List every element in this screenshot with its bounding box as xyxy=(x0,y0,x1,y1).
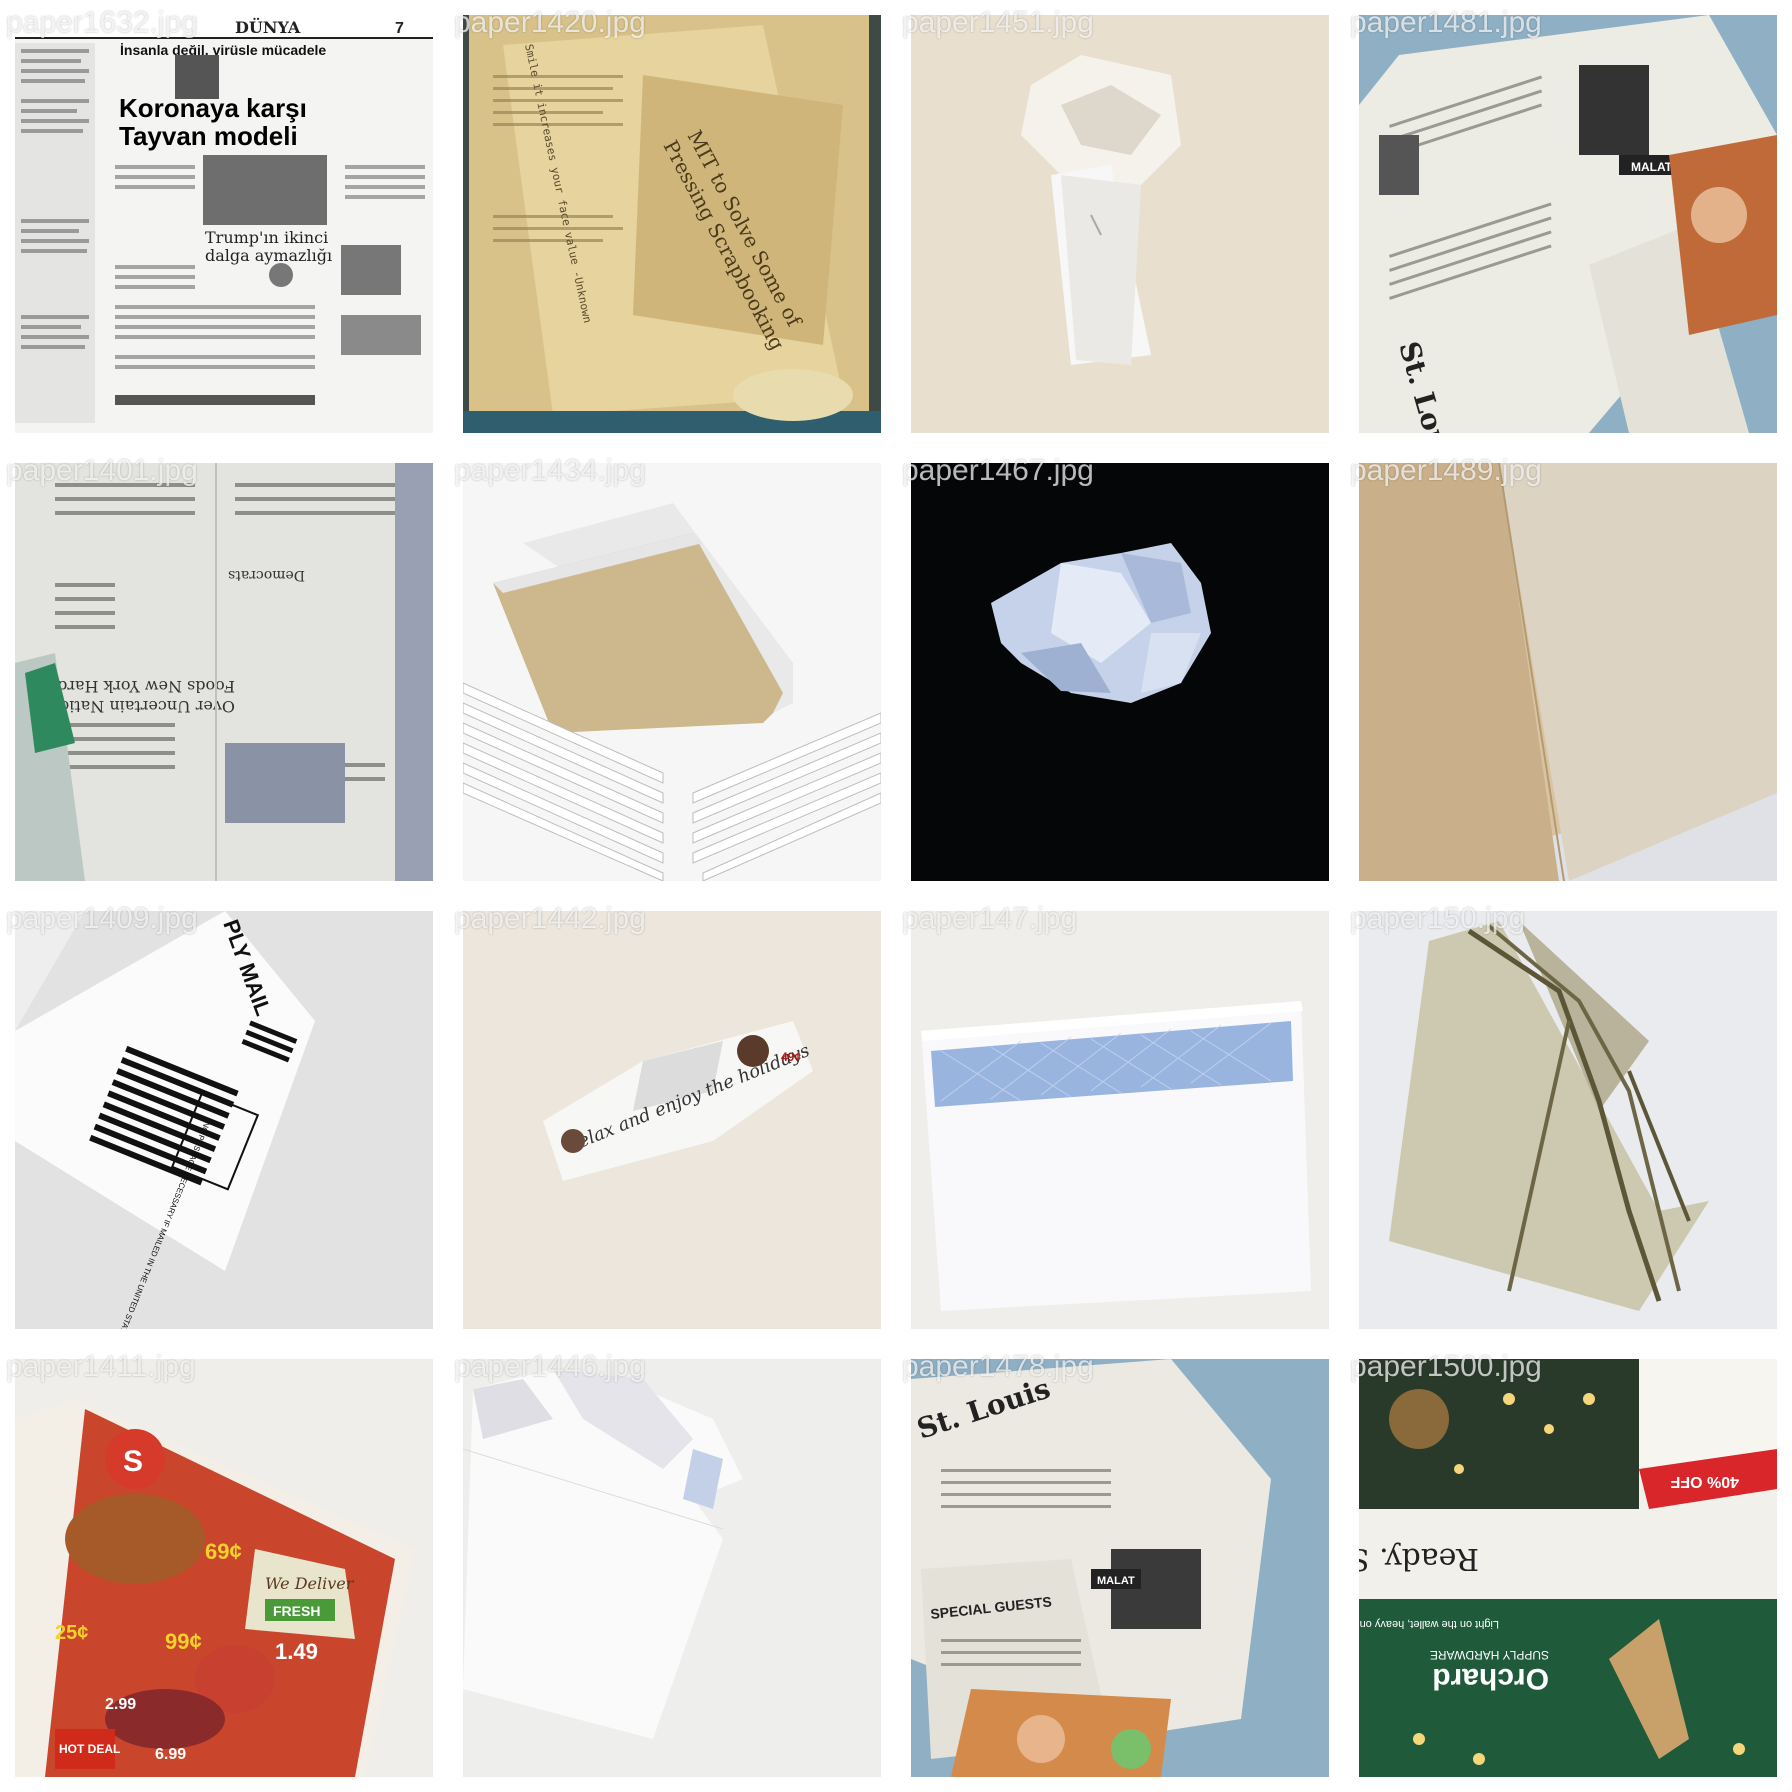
flyer-price: 49¢ xyxy=(781,1050,801,1064)
spread-newspaper-photo: Foods New York Hard Over Uncertain Natio… xyxy=(15,463,433,881)
photo-tile: relax and enjoy the holidays 49¢ paper14… xyxy=(448,896,896,1344)
tagline: Light on the wallet, heavy on holiday ch… xyxy=(1359,1618,1499,1630)
newspaper-header: DÜNYA xyxy=(235,17,301,37)
photo-tile: MALAT St. Louis paper1481.jpg xyxy=(1344,0,1792,448)
brand-name: Orchard xyxy=(1432,1662,1549,1695)
photo-tile: DÜNYA 7 İnsanla değil, virüsle mücadele … xyxy=(0,0,448,448)
image-grid: DÜNYA 7 İnsanla değil, virüsle mücadele … xyxy=(0,0,1792,1792)
svg-text:S: S xyxy=(123,1445,143,1478)
paper-ball-photo xyxy=(911,463,1329,881)
kraft-board-photo xyxy=(463,463,881,881)
photo-tile: 40% OFF Ready. Set. Glow. Orchard SUPPLY… xyxy=(1344,1344,1792,1792)
kraft-paper-photo xyxy=(1359,463,1777,881)
photo-tile: S We Deliver FRESH 69¢ 99¢ 1.49 25¢ 2.99… xyxy=(0,1344,448,1792)
discount-badge: 40% OFF xyxy=(1670,1473,1739,1490)
photo-tile: paper1434.jpg xyxy=(448,448,896,896)
headline-2: Over Uncertain Nation xyxy=(49,697,235,716)
photo-tile: PLY MAIL NO POSTAGE NECESSARY IF MAILED … xyxy=(0,896,448,1344)
grocery-flyer-photo: S We Deliver FRESH 69¢ 99¢ 1.49 25¢ 2.99… xyxy=(15,1359,433,1777)
headline-line-2: Tayvan modeli xyxy=(119,121,298,151)
crumpled-paper-photo xyxy=(911,15,1329,433)
section-malat: MALAT xyxy=(1097,1575,1135,1587)
price-5: 2.99 xyxy=(105,1696,136,1713)
photo-tile: paper147.jpg xyxy=(896,896,1344,1344)
hardware-flyer-photo: 40% OFF Ready. Set. Glow. Orchard SUPPLY… xyxy=(1359,1359,1777,1777)
price-4: 25¢ xyxy=(55,1622,88,1644)
promo-we-deliver: We Deliver xyxy=(265,1574,355,1593)
headline-1: Foods New York Hard xyxy=(57,677,235,696)
section-name: MALAT xyxy=(1631,160,1673,174)
newspaper-collage-photo: MIT to Solve Some of Pressing Scrapbooki… xyxy=(463,15,881,433)
photo-tile: Foods New York Hard Over Uncertain Natio… xyxy=(0,448,448,896)
torn-envelope-photo xyxy=(463,1359,881,1777)
crumpled-flyer-photo: relax and enjoy the holidays 49¢ xyxy=(463,911,881,1329)
subhead-line-2: dalga aymazlığı xyxy=(205,246,332,265)
paper-triangles-photo xyxy=(1359,911,1777,1329)
photo-tile: paper150.jpg xyxy=(1344,896,1792,1344)
photo-tile: paper1467.jpg xyxy=(896,448,1344,896)
promo-fresh: FRESH xyxy=(273,1603,320,1619)
folded-newspaper-photo: MALAT St. Louis xyxy=(1359,15,1777,433)
photo-tile: paper1451.jpg xyxy=(896,0,1344,448)
headline-line-1: Koronaya karşı xyxy=(119,93,307,123)
newspaper-photo: DÜNYA 7 İnsanla değil, virüsle mücadele … xyxy=(15,15,433,433)
folded-newspaper-comics-photo: St. Louis SPECIAL GUESTS MALAT xyxy=(911,1359,1329,1777)
kicker: İnsanla değil, virüsle mücadele xyxy=(120,42,326,58)
photo-tile: paper1489.jpg xyxy=(1344,448,1792,896)
price-6: 6.99 xyxy=(155,1746,186,1763)
headline-3: Democrats xyxy=(228,567,305,583)
reply-mail-envelope-photo: PLY MAIL NO POSTAGE NECESSARY IF MAILED … xyxy=(15,911,433,1329)
page-number: 7 xyxy=(395,20,404,37)
brand-subtitle: SUPPLY HARDWARE xyxy=(1430,1648,1549,1662)
promo-hot-deal: HOT DEAL xyxy=(59,1742,120,1756)
subhead-line-1: Trump'ın ikinci xyxy=(205,228,328,247)
photo-tile: paper1446.jpg xyxy=(448,1344,896,1792)
price-2: 99¢ xyxy=(165,1629,202,1654)
photo-tile: MIT to Solve Some of Pressing Scrapbooki… xyxy=(448,0,896,448)
price-3: 1.49 xyxy=(275,1639,318,1664)
photo-tile: St. Louis SPECIAL GUESTS MALAT paper1478… xyxy=(896,1344,1344,1792)
envelope-photo xyxy=(911,911,1329,1329)
price-1: 69¢ xyxy=(205,1539,242,1564)
flyer-slogan: Ready. Set. Glow. xyxy=(1359,1541,1479,1576)
